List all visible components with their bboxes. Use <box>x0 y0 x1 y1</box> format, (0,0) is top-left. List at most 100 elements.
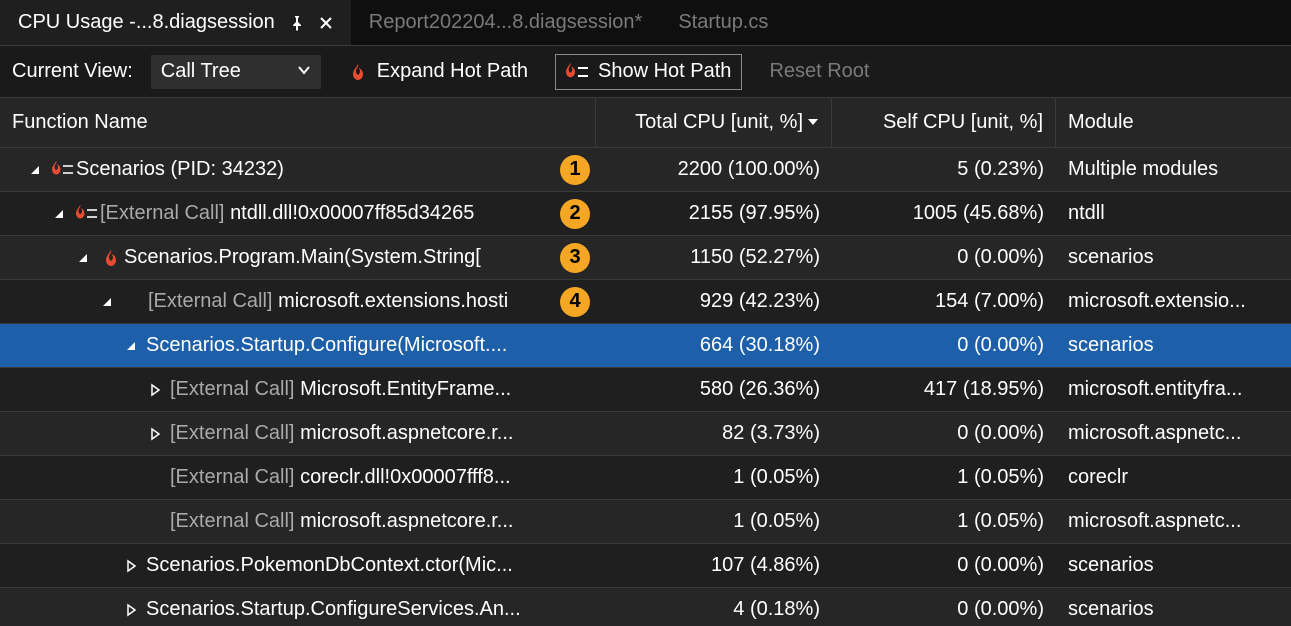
tab-label: Report202204...8.diagsession* <box>369 11 643 34</box>
column-label: Total CPU [unit, %] <box>635 111 803 134</box>
self-cpu-cell: 417 (18.95%) <box>832 368 1056 411</box>
total-cpu-cell: 580 (26.36%) <box>596 368 832 411</box>
collapse-icon[interactable] <box>26 161 44 179</box>
function-name: [External Call] coreclr.dll!0x00007fff8.… <box>170 466 596 489</box>
module-cell: microsoft.aspnetc... <box>1056 500 1291 543</box>
callout-badge: 2 <box>560 199 590 229</box>
tab-label: CPU Usage -...8.diagsession <box>18 11 275 34</box>
tab-strip: CPU Usage -...8.diagsession Report202204… <box>0 0 1291 46</box>
column-label: Module <box>1068 111 1134 134</box>
current-view-label: Current View: <box>12 60 133 83</box>
total-cpu-cell: 2155 (97.95%) <box>596 192 832 235</box>
function-name-cell: Scenarios.Startup.ConfigureServices.An..… <box>0 588 596 626</box>
function-name-cell: [External Call] microsoft.extensions.hos… <box>0 280 596 323</box>
table-row[interactable]: [External Call] microsoft.aspnetcore.r..… <box>0 412 1291 456</box>
function-name-cell: [External Call] Microsoft.EntityFrame... <box>0 368 596 411</box>
self-cpu-cell: 0 (0.00%) <box>832 324 1056 367</box>
total-cpu-cell: 82 (3.73%) <box>596 412 832 455</box>
collapse-icon[interactable] <box>50 205 68 223</box>
total-cpu-cell: 929 (42.23%) <box>596 280 832 323</box>
expand-icon[interactable] <box>146 425 164 443</box>
function-name-cell: [External Call] ntdll.dll!0x00007ff85d34… <box>0 192 596 235</box>
callout-badge: 1 <box>560 155 590 185</box>
collapse-icon[interactable] <box>122 337 140 355</box>
tab-report[interactable]: Report202204...8.diagsession* <box>351 0 661 45</box>
button-label: Reset Root <box>769 60 869 83</box>
close-icon[interactable] <box>319 16 333 30</box>
column-header-function-name[interactable]: Function Name <box>0 98 596 147</box>
hot-path-icon <box>50 161 76 179</box>
flame-icon <box>349 63 367 81</box>
module-cell: scenarios <box>1056 236 1291 279</box>
function-name: Scenarios.PokemonDbContext.ctor(Mic... <box>146 554 596 577</box>
function-name-cell: Scenarios.Program.Main(System.String[3 <box>0 236 596 279</box>
column-label: Self CPU [unit, %] <box>883 111 1043 134</box>
table-row[interactable]: [External Call] coreclr.dll!0x00007fff8.… <box>0 456 1291 500</box>
button-label: Show Hot Path <box>598 60 731 83</box>
expand-icon[interactable] <box>146 381 164 399</box>
column-header-total-cpu[interactable]: Total CPU [unit, %] <box>596 98 832 147</box>
dropdown-value: Call Tree <box>161 60 241 83</box>
module-cell: Multiple modules <box>1056 148 1291 191</box>
module-cell: microsoft.aspnetc... <box>1056 412 1291 455</box>
column-header-module[interactable]: Module <box>1056 98 1291 147</box>
total-cpu-cell: 664 (30.18%) <box>596 324 832 367</box>
module-cell: ntdll <box>1056 192 1291 235</box>
function-name: Scenarios.Startup.ConfigureServices.An..… <box>146 598 596 621</box>
function-name: [External Call] microsoft.aspnetcore.r..… <box>170 510 596 533</box>
function-name-cell: Scenarios.Startup.Configure(Microsoft...… <box>0 324 596 367</box>
tab-startup-cs[interactable]: Startup.cs <box>660 0 786 45</box>
self-cpu-cell: 0 (0.00%) <box>832 412 1056 455</box>
self-cpu-cell: 5 (0.23%) <box>832 148 1056 191</box>
current-view-dropdown[interactable]: Call Tree <box>151 55 321 89</box>
function-name: [External Call] microsoft.extensions.hos… <box>148 290 596 313</box>
hot-path-icon <box>566 63 588 81</box>
flame-icon <box>98 249 124 267</box>
function-name-cell: [External Call] microsoft.aspnetcore.r..… <box>0 500 596 543</box>
function-name-cell: Scenarios (PID: 34232)1 <box>0 148 596 191</box>
module-cell: coreclr <box>1056 456 1291 499</box>
toolbar: Current View: Call Tree Expand Hot Path … <box>0 46 1291 98</box>
expand-hot-path-button[interactable]: Expand Hot Path <box>339 55 538 89</box>
function-name: [External Call] Microsoft.EntityFrame... <box>170 378 596 401</box>
total-cpu-cell: 4 (0.18%) <box>596 588 832 626</box>
pin-icon[interactable] <box>289 15 305 31</box>
tab-cpu-usage[interactable]: CPU Usage -...8.diagsession <box>0 0 351 45</box>
table-row[interactable]: Scenarios.Startup.ConfigureServices.An..… <box>0 588 1291 626</box>
module-cell: scenarios <box>1056 324 1291 367</box>
function-name: [External Call] ntdll.dll!0x00007ff85d34… <box>100 202 596 225</box>
table-row[interactable]: [External Call] microsoft.extensions.hos… <box>0 280 1291 324</box>
function-name: Scenarios (PID: 34232) <box>76 158 596 181</box>
table-row[interactable]: Scenarios (PID: 34232)12200 (100.00%)5 (… <box>0 148 1291 192</box>
module-cell: microsoft.entityfra... <box>1056 368 1291 411</box>
expand-icon[interactable] <box>122 601 140 619</box>
self-cpu-cell: 1 (0.05%) <box>832 456 1056 499</box>
collapse-icon[interactable] <box>98 293 116 311</box>
total-cpu-cell: 1150 (52.27%) <box>596 236 832 279</box>
table-row[interactable]: [External Call] ntdll.dll!0x00007ff85d34… <box>0 192 1291 236</box>
table-row[interactable]: [External Call] Microsoft.EntityFrame...… <box>0 368 1291 412</box>
module-cell: scenarios <box>1056 544 1291 587</box>
expand-icon[interactable] <box>122 557 140 575</box>
function-name-cell: [External Call] coreclr.dll!0x00007fff8.… <box>0 456 596 499</box>
call-tree-rows: Scenarios (PID: 34232)12200 (100.00%)5 (… <box>0 148 1291 626</box>
self-cpu-cell: 0 (0.00%) <box>832 588 1056 626</box>
collapse-icon[interactable] <box>74 249 92 267</box>
self-cpu-cell: 154 (7.00%) <box>832 280 1056 323</box>
function-name: Scenarios.Startup.Configure(Microsoft...… <box>146 334 596 357</box>
callout-badge: 4 <box>560 287 590 317</box>
callout-badge: 3 <box>560 243 590 273</box>
self-cpu-cell: 0 (0.00%) <box>832 236 1056 279</box>
table-row[interactable]: [External Call] microsoft.aspnetcore.r..… <box>0 500 1291 544</box>
show-hot-path-button[interactable]: Show Hot Path <box>556 55 741 89</box>
table-row[interactable]: Scenarios.Program.Main(System.String[311… <box>0 236 1291 280</box>
column-header-row: Function Name Total CPU [unit, %] Self C… <box>0 98 1291 148</box>
table-row[interactable]: Scenarios.PokemonDbContext.ctor(Mic...10… <box>0 544 1291 588</box>
reset-root-button[interactable]: Reset Root <box>759 55 879 89</box>
table-row[interactable]: Scenarios.Startup.Configure(Microsoft...… <box>0 324 1291 368</box>
self-cpu-cell: 1 (0.05%) <box>832 500 1056 543</box>
column-header-self-cpu[interactable]: Self CPU [unit, %] <box>832 98 1056 147</box>
chevron-down-icon <box>297 60 311 83</box>
function-name: Scenarios.Program.Main(System.String[ <box>124 246 596 269</box>
total-cpu-cell: 1 (0.05%) <box>596 456 832 499</box>
